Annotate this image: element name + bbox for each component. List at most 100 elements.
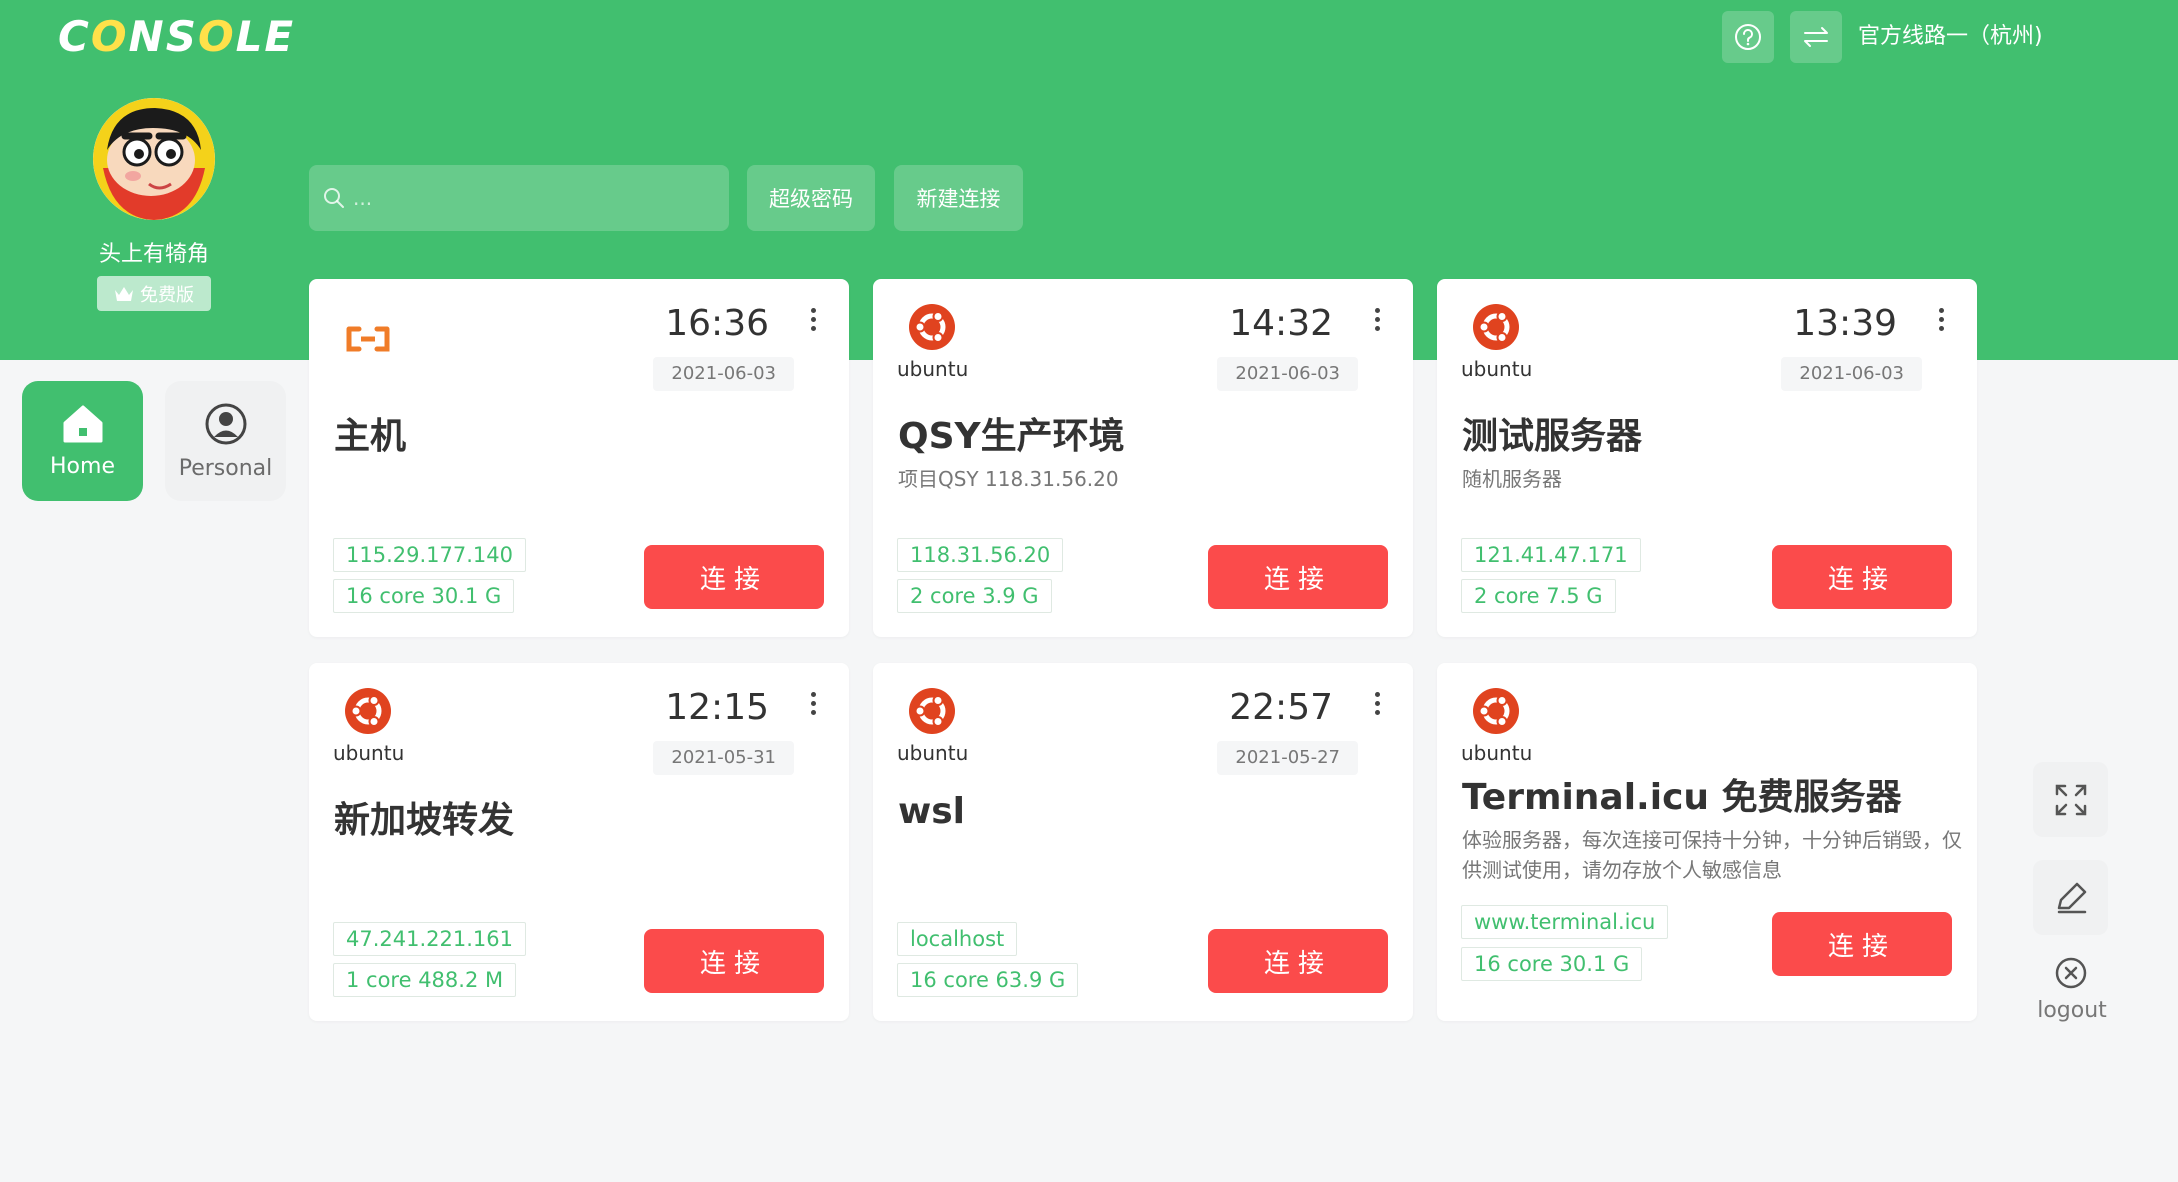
card-subtitle: 项目QSY 118.31.56.20 bbox=[898, 467, 1119, 491]
ubuntu-icon bbox=[1473, 688, 1519, 734]
server-card[interactable]: ubuntu 13:39 2021-06-03 测试服务器 随机服务器 121.… bbox=[1437, 279, 1977, 637]
card-time: 16:36 bbox=[665, 303, 769, 344]
more-dot bbox=[1938, 308, 1944, 313]
card-subtitle: 随机服务器 bbox=[1462, 467, 1562, 491]
card-title: 新加坡转发 bbox=[334, 800, 515, 841]
ubuntu-logo: ubuntu bbox=[333, 687, 404, 765]
swap-arrows-icon bbox=[1804, 27, 1828, 47]
os-label: ubuntu bbox=[1461, 741, 1533, 765]
card-title: Terminal.icu 免费服务器 bbox=[1462, 777, 1902, 818]
nav-home[interactable]: Home bbox=[22, 381, 143, 501]
card-menu-button[interactable] bbox=[805, 305, 821, 341]
server-card[interactable]: ubuntu 12:15 2021-05-31 新加坡转发 47.241.221… bbox=[309, 663, 849, 1021]
more-dot bbox=[1374, 701, 1380, 706]
fullscreen-button[interactable] bbox=[2033, 762, 2108, 837]
card-menu-button[interactable] bbox=[805, 689, 821, 725]
user-circle-icon bbox=[205, 403, 246, 444]
connect-button[interactable]: 连接 bbox=[1208, 929, 1388, 993]
nav-personal-label: Personal bbox=[178, 455, 273, 481]
card-time: 12:15 bbox=[665, 687, 769, 728]
logout-button[interactable] bbox=[2033, 943, 2108, 1003]
aliyun-icon bbox=[346, 326, 390, 352]
card-date: 2021-06-03 bbox=[653, 357, 794, 391]
card-spec-tag: 16 core 30.1 G bbox=[333, 579, 515, 613]
card-spec-tag: 16 core 30.1 G bbox=[1461, 947, 1643, 981]
more-dot bbox=[810, 326, 816, 331]
connect-button[interactable]: 连接 bbox=[1208, 545, 1388, 609]
edit-button[interactable] bbox=[2033, 860, 2108, 935]
ubuntu-logo: ubuntu bbox=[1461, 687, 1532, 765]
more-dot bbox=[810, 701, 816, 706]
connect-button[interactable]: 连接 bbox=[1772, 545, 1952, 609]
more-dot bbox=[1374, 317, 1380, 322]
os-label: ubuntu bbox=[333, 741, 405, 765]
route-label[interactable]: 官方线路一（杭州) bbox=[1858, 22, 2043, 52]
search-box[interactable] bbox=[309, 165, 729, 231]
logout-label[interactable]: logout bbox=[2022, 998, 2122, 1023]
more-dot bbox=[810, 692, 816, 697]
card-ip-tag: 115.29.177.140 bbox=[333, 538, 526, 572]
ubuntu-icon bbox=[1473, 304, 1519, 350]
server-card[interactable]: 16:36 2021-06-03 主机 115.29.177.140 16 co… bbox=[309, 279, 849, 637]
card-menu-button[interactable] bbox=[1369, 305, 1385, 341]
help-button[interactable] bbox=[1722, 11, 1774, 63]
card-time: 13:39 bbox=[1793, 303, 1897, 344]
card-spec-tag: 1 core 488.2 M bbox=[333, 963, 517, 997]
nav-personal[interactable]: Personal bbox=[165, 381, 286, 501]
crown-icon bbox=[115, 286, 133, 301]
new-connection-button[interactable]: 新建连接 bbox=[894, 165, 1023, 231]
fullscreen-icon bbox=[2055, 784, 2086, 815]
more-dot bbox=[1938, 317, 1944, 322]
pencil-icon bbox=[2057, 882, 2086, 913]
card-date: 2021-06-03 bbox=[1217, 357, 1358, 391]
card-title: 测试服务器 bbox=[1462, 416, 1643, 457]
more-dot bbox=[1938, 326, 1944, 331]
super-password-button[interactable]: 超级密码 bbox=[747, 165, 875, 231]
connect-button[interactable]: 连接 bbox=[644, 545, 824, 609]
card-spec-tag: 16 core 63.9 G bbox=[897, 963, 1079, 997]
connect-button[interactable]: 连接 bbox=[644, 929, 824, 993]
home-icon bbox=[63, 405, 102, 442]
connect-button[interactable]: 连接 bbox=[1772, 912, 1952, 976]
card-ip-tag: localhost bbox=[897, 922, 1018, 956]
username: 头上有犄角 bbox=[98, 242, 209, 267]
card-subtitle: 体验服务器，每次连接可保持十分钟，十分钟后销毁，仅供测试使用，请勿存放个人敏感信… bbox=[1462, 828, 1962, 882]
card-date: 2021-05-31 bbox=[653, 741, 794, 775]
more-dot bbox=[1374, 710, 1380, 715]
os-label: ubuntu bbox=[897, 357, 969, 381]
card-title: QSY生产环境 bbox=[898, 416, 1125, 457]
ubuntu-logo: ubuntu bbox=[897, 687, 968, 765]
card-time: 14:32 bbox=[1229, 303, 1333, 344]
help-icon bbox=[1735, 24, 1761, 50]
server-card[interactable]: ubuntu 14:32 2021-06-03 QSY生产环境 项目QSY 11… bbox=[873, 279, 1413, 637]
more-dot bbox=[810, 317, 816, 322]
os-label: ubuntu bbox=[1461, 357, 1533, 381]
card-ip-tag: 47.241.221.161 bbox=[333, 922, 526, 956]
avatar[interactable] bbox=[93, 98, 215, 220]
switch-route-button[interactable] bbox=[1790, 11, 1842, 63]
more-dot bbox=[1374, 308, 1380, 313]
nav-home-label: Home bbox=[50, 453, 115, 479]
ubuntu-icon bbox=[345, 688, 391, 734]
close-circle-icon bbox=[2055, 957, 2086, 989]
ubuntu-icon bbox=[909, 304, 955, 350]
more-dot bbox=[810, 710, 816, 715]
card-time: 22:57 bbox=[1229, 687, 1333, 728]
plan-badge: 免费版 bbox=[97, 276, 211, 311]
server-card[interactable]: ubuntu Terminal.icu 免费服务器 体验服务器，每次连接可保持十… bbox=[1437, 663, 1977, 1021]
search-input[interactable] bbox=[353, 186, 713, 210]
card-date: 2021-05-27 bbox=[1217, 741, 1358, 775]
card-spec-tag: 2 core 7.5 G bbox=[1461, 579, 1616, 613]
os-label: ubuntu bbox=[897, 741, 969, 765]
server-card[interactable]: ubuntu 22:57 2021-05-27 wsl localhost 16… bbox=[873, 663, 1413, 1021]
card-menu-button[interactable] bbox=[1933, 305, 1949, 341]
card-menu-button[interactable] bbox=[1369, 689, 1385, 725]
ubuntu-logo: ubuntu bbox=[897, 303, 968, 381]
card-ip-tag: 121.41.47.171 bbox=[1461, 538, 1641, 572]
card-spec-tag: 2 core 3.9 G bbox=[897, 579, 1052, 613]
card-title: 主机 bbox=[334, 416, 407, 457]
card-title: wsl bbox=[898, 791, 966, 832]
console-logo: CONSOLE bbox=[58, 12, 296, 61]
more-dot bbox=[1374, 692, 1380, 697]
search-icon bbox=[324, 188, 344, 208]
